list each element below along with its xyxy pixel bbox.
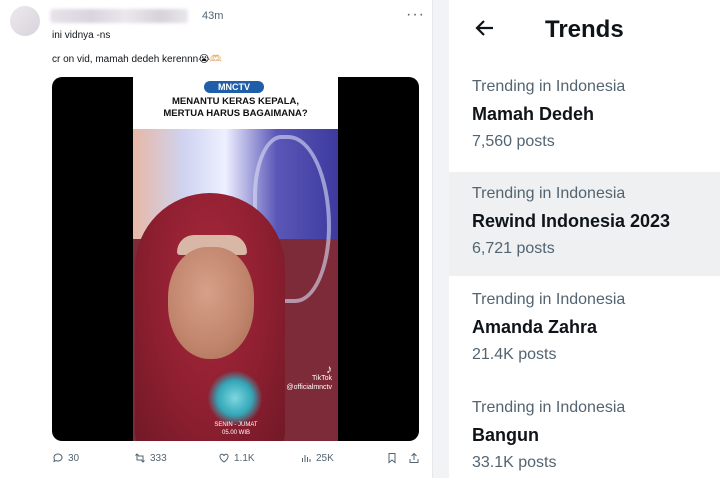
tiktok-watermark: ♪ TikTok @officialmnctv — [286, 362, 333, 392]
headline-line-1: MENANTU KERAS KEPALA, — [171, 96, 300, 107]
trend-context: Trending in Indonesia — [472, 78, 626, 95]
trend-item[interactable]: Trending in Indonesia Bangun 33.1K posts — [449, 386, 720, 478]
trend-name: Bangun — [472, 425, 539, 445]
like-count: 1.1K — [234, 452, 255, 464]
repost-button[interactable]: 333 — [134, 452, 167, 464]
video-frame: MNCTV MENANTU KERAS KEPALA, MERTUA HARUS… — [133, 77, 338, 441]
trend-item[interactable]: Trending in Indonesia Amanda Zahra 21.4K… — [449, 278, 720, 382]
trend-count: 33.1K posts — [472, 454, 557, 471]
show-logo-icon — [208, 371, 262, 425]
headline-line-2: MERTUA HARUS BAGAIMANA? — [163, 107, 308, 119]
views-button[interactable]: 25K — [300, 452, 334, 464]
trend-context: Trending in Indonesia — [472, 291, 626, 308]
reply-count: 30 — [68, 452, 80, 464]
views-icon — [302, 455, 311, 462]
tweet-actions: 30 333 1.1K 25K — [52, 452, 424, 468]
like-button[interactable]: 1.1K — [218, 452, 255, 464]
tweet-time[interactable]: 43m — [202, 10, 223, 22]
trend-name: Mamah Dedeh — [472, 104, 595, 124]
video-player[interactable]: MNCTV MENANTU KERAS KEPALA, MERTUA HARUS… — [52, 77, 419, 441]
tweet-card: 43m ··· ini vidnya -ns cr on vid, mamah … — [0, 0, 433, 478]
trend-count: 7,560 posts — [472, 133, 555, 150]
tweet-text-line-1: ini vidnya -ns — [52, 30, 111, 41]
repost-count: 333 — [150, 452, 167, 464]
trend-count: 6,721 posts — [472, 240, 555, 257]
repost-icon — [135, 453, 145, 463]
back-arrow-icon[interactable] — [473, 16, 497, 40]
trend-count: 21.4K posts — [472, 346, 557, 363]
trend-name: Rewind Indonesia 2023 — [472, 211, 671, 231]
mnctv-logo: MNCTV — [204, 81, 264, 93]
presenter-face — [168, 247, 254, 359]
views-count: 25K — [316, 452, 334, 464]
trends-panel: Trends Trending in Indonesia Mamah Dedeh… — [449, 0, 720, 478]
share-button[interactable] — [408, 452, 420, 464]
trend-item[interactable]: Trending in Indonesia Mamah Dedeh 7,560 … — [449, 66, 720, 170]
schedule-time: 05.00 WIB — [221, 430, 250, 436]
share-icon — [409, 452, 419, 463]
reply-button[interactable]: 30 — [52, 452, 79, 464]
trend-context: Trending in Indonesia — [472, 185, 626, 202]
tweet-text-line-2: cr on vid, mamah dedeh kerennn😭🫶🏻 — [52, 54, 223, 65]
bookmark-icon — [388, 453, 396, 464]
bookmark-button[interactable] — [386, 452, 398, 464]
avatar[interactable] — [10, 6, 40, 36]
tiktok-icon: ♪ — [326, 362, 332, 376]
schedule-days: SENIN - JUMAT — [214, 422, 258, 428]
video-title-banner: MNCTV MENANTU KERAS KEPALA, MERTUA HARUS… — [133, 77, 338, 129]
page-title: Trends — [545, 16, 624, 43]
video-headline: MENANTU KERAS KEPALA, MERTUA HARUS BAGAI… — [137, 96, 334, 119]
heart-icon — [219, 453, 229, 463]
more-options-icon[interactable]: ··· — [406, 6, 425, 24]
trend-name: Amanda Zahra — [472, 317, 598, 337]
blurred-username[interactable] — [50, 9, 188, 23]
trend-item[interactable]: Trending in Indonesia Rewind Indonesia 2… — [449, 172, 720, 276]
tiktok-label: TikTok — [312, 375, 332, 382]
tiktok-handle: @officialmnctv — [286, 384, 333, 391]
show-schedule: SENIN - JUMAT 05.00 WIB — [203, 421, 269, 437]
reply-icon — [53, 453, 63, 463]
trend-context: Trending in Indonesia — [472, 399, 626, 416]
